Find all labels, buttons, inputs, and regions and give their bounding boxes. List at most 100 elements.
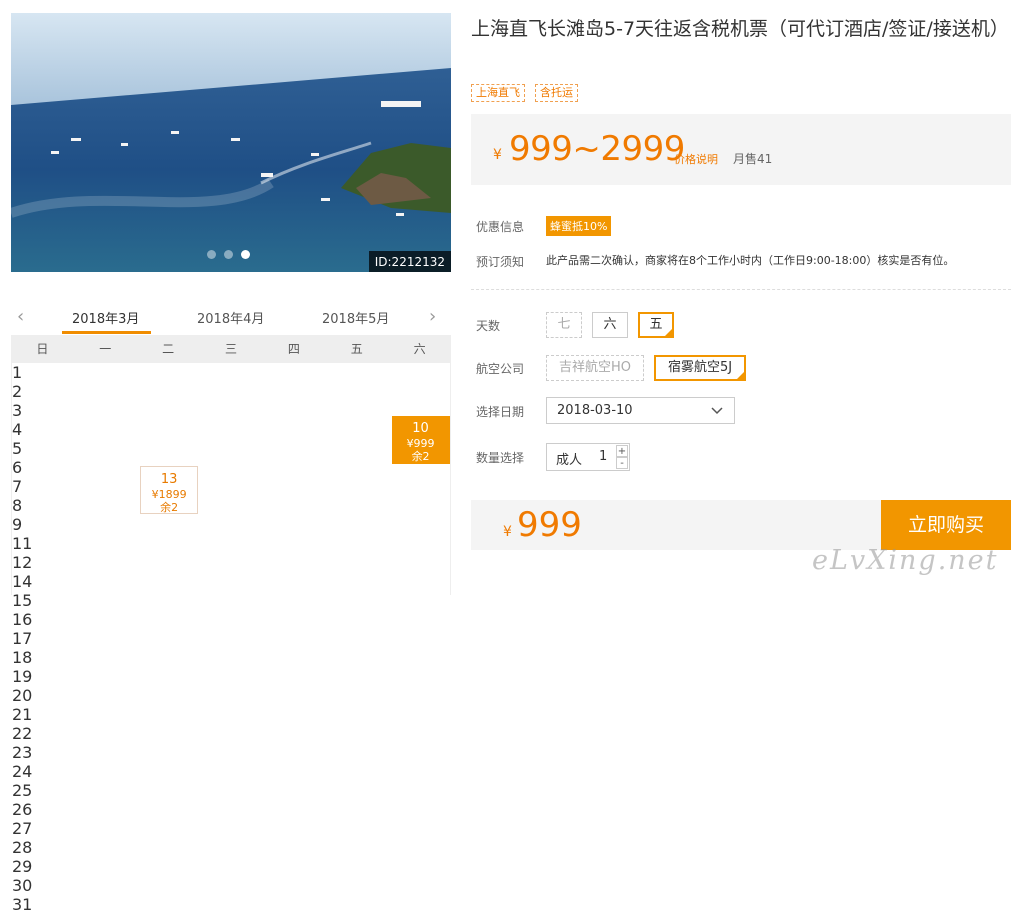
- day-number: 18: [12, 648, 33, 667]
- tab-month-may[interactable]: 2018年5月: [322, 308, 389, 327]
- price-calendar: ‹ 2018年3月 2018年4月 2018年5月 › 日 一 二 三 四 五 …: [11, 298, 451, 914]
- calendar-day[interactable]: 1: [12, 363, 450, 382]
- airline-option-cebu-pacific[interactable]: 宿雾航空5J: [654, 355, 746, 381]
- calendar-day[interactable]: 15: [12, 591, 450, 610]
- section-divider: [471, 289, 1011, 290]
- active-month-underline: [62, 331, 151, 334]
- carousel-dot[interactable]: [241, 250, 250, 259]
- day-number: 28: [12, 838, 33, 857]
- day-number: 27: [12, 819, 33, 838]
- calendar-day[interactable]: 16: [12, 610, 450, 629]
- calendar-day[interactable]: 31: [12, 895, 450, 914]
- qty-label: 数量选择: [476, 451, 525, 465]
- tab-month-march[interactable]: 2018年3月: [72, 308, 139, 327]
- price-summary: ¥ 999~2999 价格说明 月售41: [471, 114, 1011, 185]
- promo-label: 优惠信息: [476, 220, 525, 234]
- calendar-day[interactable]: 2: [12, 382, 450, 401]
- days-option-6[interactable]: 六: [592, 312, 628, 338]
- day-number: 9: [12, 515, 23, 534]
- days-option-5[interactable]: 五: [638, 312, 674, 338]
- date-label: 选择日期: [476, 405, 525, 419]
- day-number: 5: [12, 439, 23, 458]
- day-number: 17: [12, 629, 33, 648]
- calendar-day[interactable]: 29: [12, 857, 450, 876]
- product-title: 上海直飞长滩岛5-7天往返含税机票（可代订酒店/签证/接送机）: [471, 18, 1009, 40]
- calendar-day[interactable]: 8: [12, 496, 450, 515]
- day-number: 7: [12, 477, 23, 496]
- day-number: 14: [12, 572, 33, 591]
- calendar-day[interactable]: 9: [12, 515, 450, 534]
- calendar-day[interactable]: 23: [12, 743, 450, 762]
- calendar-day[interactable]: 14: [12, 572, 450, 591]
- calendar-day[interactable]: 17: [12, 629, 450, 648]
- buy-now-button[interactable]: 立即购买: [881, 500, 1011, 550]
- monthly-sales: 月售41: [733, 152, 773, 166]
- calendar-day[interactable]: 20: [12, 686, 450, 705]
- day-number: 25: [12, 781, 33, 800]
- price-explain-link[interactable]: 价格说明: [674, 151, 718, 167]
- weekday-label: 一: [99, 342, 112, 356]
- month-tabs: ‹ 2018年3月 2018年4月 2018年5月 ›: [11, 298, 451, 335]
- calendar-day[interactable]: 7: [12, 477, 450, 496]
- carousel-dot[interactable]: [207, 250, 216, 259]
- calendar-day-available[interactable]: 13 ¥1899 余2: [140, 466, 199, 514]
- calendar-day[interactable]: 4: [12, 420, 450, 439]
- chevron-down-icon: [710, 398, 724, 432]
- calendar-day[interactable]: 28: [12, 838, 450, 857]
- day-number: 10: [412, 421, 429, 436]
- day-number: 16: [12, 610, 33, 629]
- weekday-label: 五: [350, 342, 363, 356]
- weekday-label: 四: [287, 342, 300, 356]
- day-number: 31: [12, 895, 33, 914]
- carousel-dots[interactable]: [207, 250, 250, 259]
- promo-badge: 蜂蜜抵10%: [546, 216, 612, 236]
- calendar-grid: 1 2 3 4 5 6 7 8 9 10 ¥999 余2 11 12 13 ¥1899 余2 14 15 16 17 18…: [11, 363, 451, 914]
- calendar-day[interactable]: 3: [12, 401, 450, 420]
- day-number: 13: [160, 472, 178, 487]
- weekday-label: 三: [225, 342, 238, 356]
- tab-month-april[interactable]: 2018年4月: [197, 308, 264, 327]
- calendar-day[interactable]: 21: [12, 705, 450, 724]
- day-number: 2: [12, 382, 23, 401]
- prev-month-arrow-icon[interactable]: ‹: [17, 306, 24, 327]
- calendar-day-selected[interactable]: 10 ¥999 余2: [391, 416, 450, 464]
- quantity-stepper: 成人 1 + -: [546, 443, 630, 471]
- airline-label: 航空公司: [476, 362, 525, 376]
- calendar-day[interactable]: 19: [12, 667, 450, 686]
- next-month-arrow-icon[interactable]: ›: [429, 306, 436, 327]
- day-number: 24: [12, 762, 33, 781]
- weekday-label: 六: [413, 342, 426, 356]
- calendar-day[interactable]: 22: [12, 724, 450, 743]
- calendar-day[interactable]: 11: [12, 534, 450, 553]
- product-image-carousel[interactable]: ID:2212132: [11, 13, 451, 272]
- airline-option-juneyao[interactable]: 吉祥航空HO: [546, 355, 644, 381]
- calendar-day[interactable]: 6: [12, 458, 450, 477]
- qty-minus-button[interactable]: -: [616, 457, 628, 469]
- calendar-day[interactable]: 12: [12, 553, 450, 572]
- carousel-dot[interactable]: [224, 250, 233, 259]
- calendar-day[interactable]: 24: [12, 762, 450, 781]
- days-option-7[interactable]: 七: [546, 312, 582, 338]
- date-select-value: 2018-03-10: [557, 403, 633, 418]
- product-tags: 上海直飞 含托运: [471, 84, 578, 102]
- calendar-day[interactable]: 5: [12, 439, 450, 458]
- calendar-day[interactable]: 25: [12, 781, 450, 800]
- total-price: 999: [517, 505, 582, 545]
- day-price: ¥999: [406, 437, 435, 450]
- day-number: 21: [12, 705, 33, 724]
- calendar-day[interactable]: 26: [12, 800, 450, 819]
- qty-value[interactable]: 1: [599, 449, 607, 464]
- site-watermark: eLvXing.net: [812, 545, 999, 576]
- qty-plus-button[interactable]: +: [616, 445, 628, 457]
- day-number: 30: [12, 876, 33, 895]
- price-range: 999~2999: [509, 129, 685, 169]
- weekday-label: 日: [36, 342, 49, 356]
- image-id-label: ID:2212132: [368, 251, 451, 272]
- day-price: ¥1899: [151, 488, 187, 501]
- calendar-day[interactable]: 18: [12, 648, 450, 667]
- days-label: 天数: [476, 319, 501, 333]
- tag-baggage: 含托运: [535, 84, 578, 102]
- calendar-day[interactable]: 30: [12, 876, 450, 895]
- date-select[interactable]: 2018-03-10: [546, 397, 735, 424]
- calendar-day[interactable]: 27: [12, 819, 450, 838]
